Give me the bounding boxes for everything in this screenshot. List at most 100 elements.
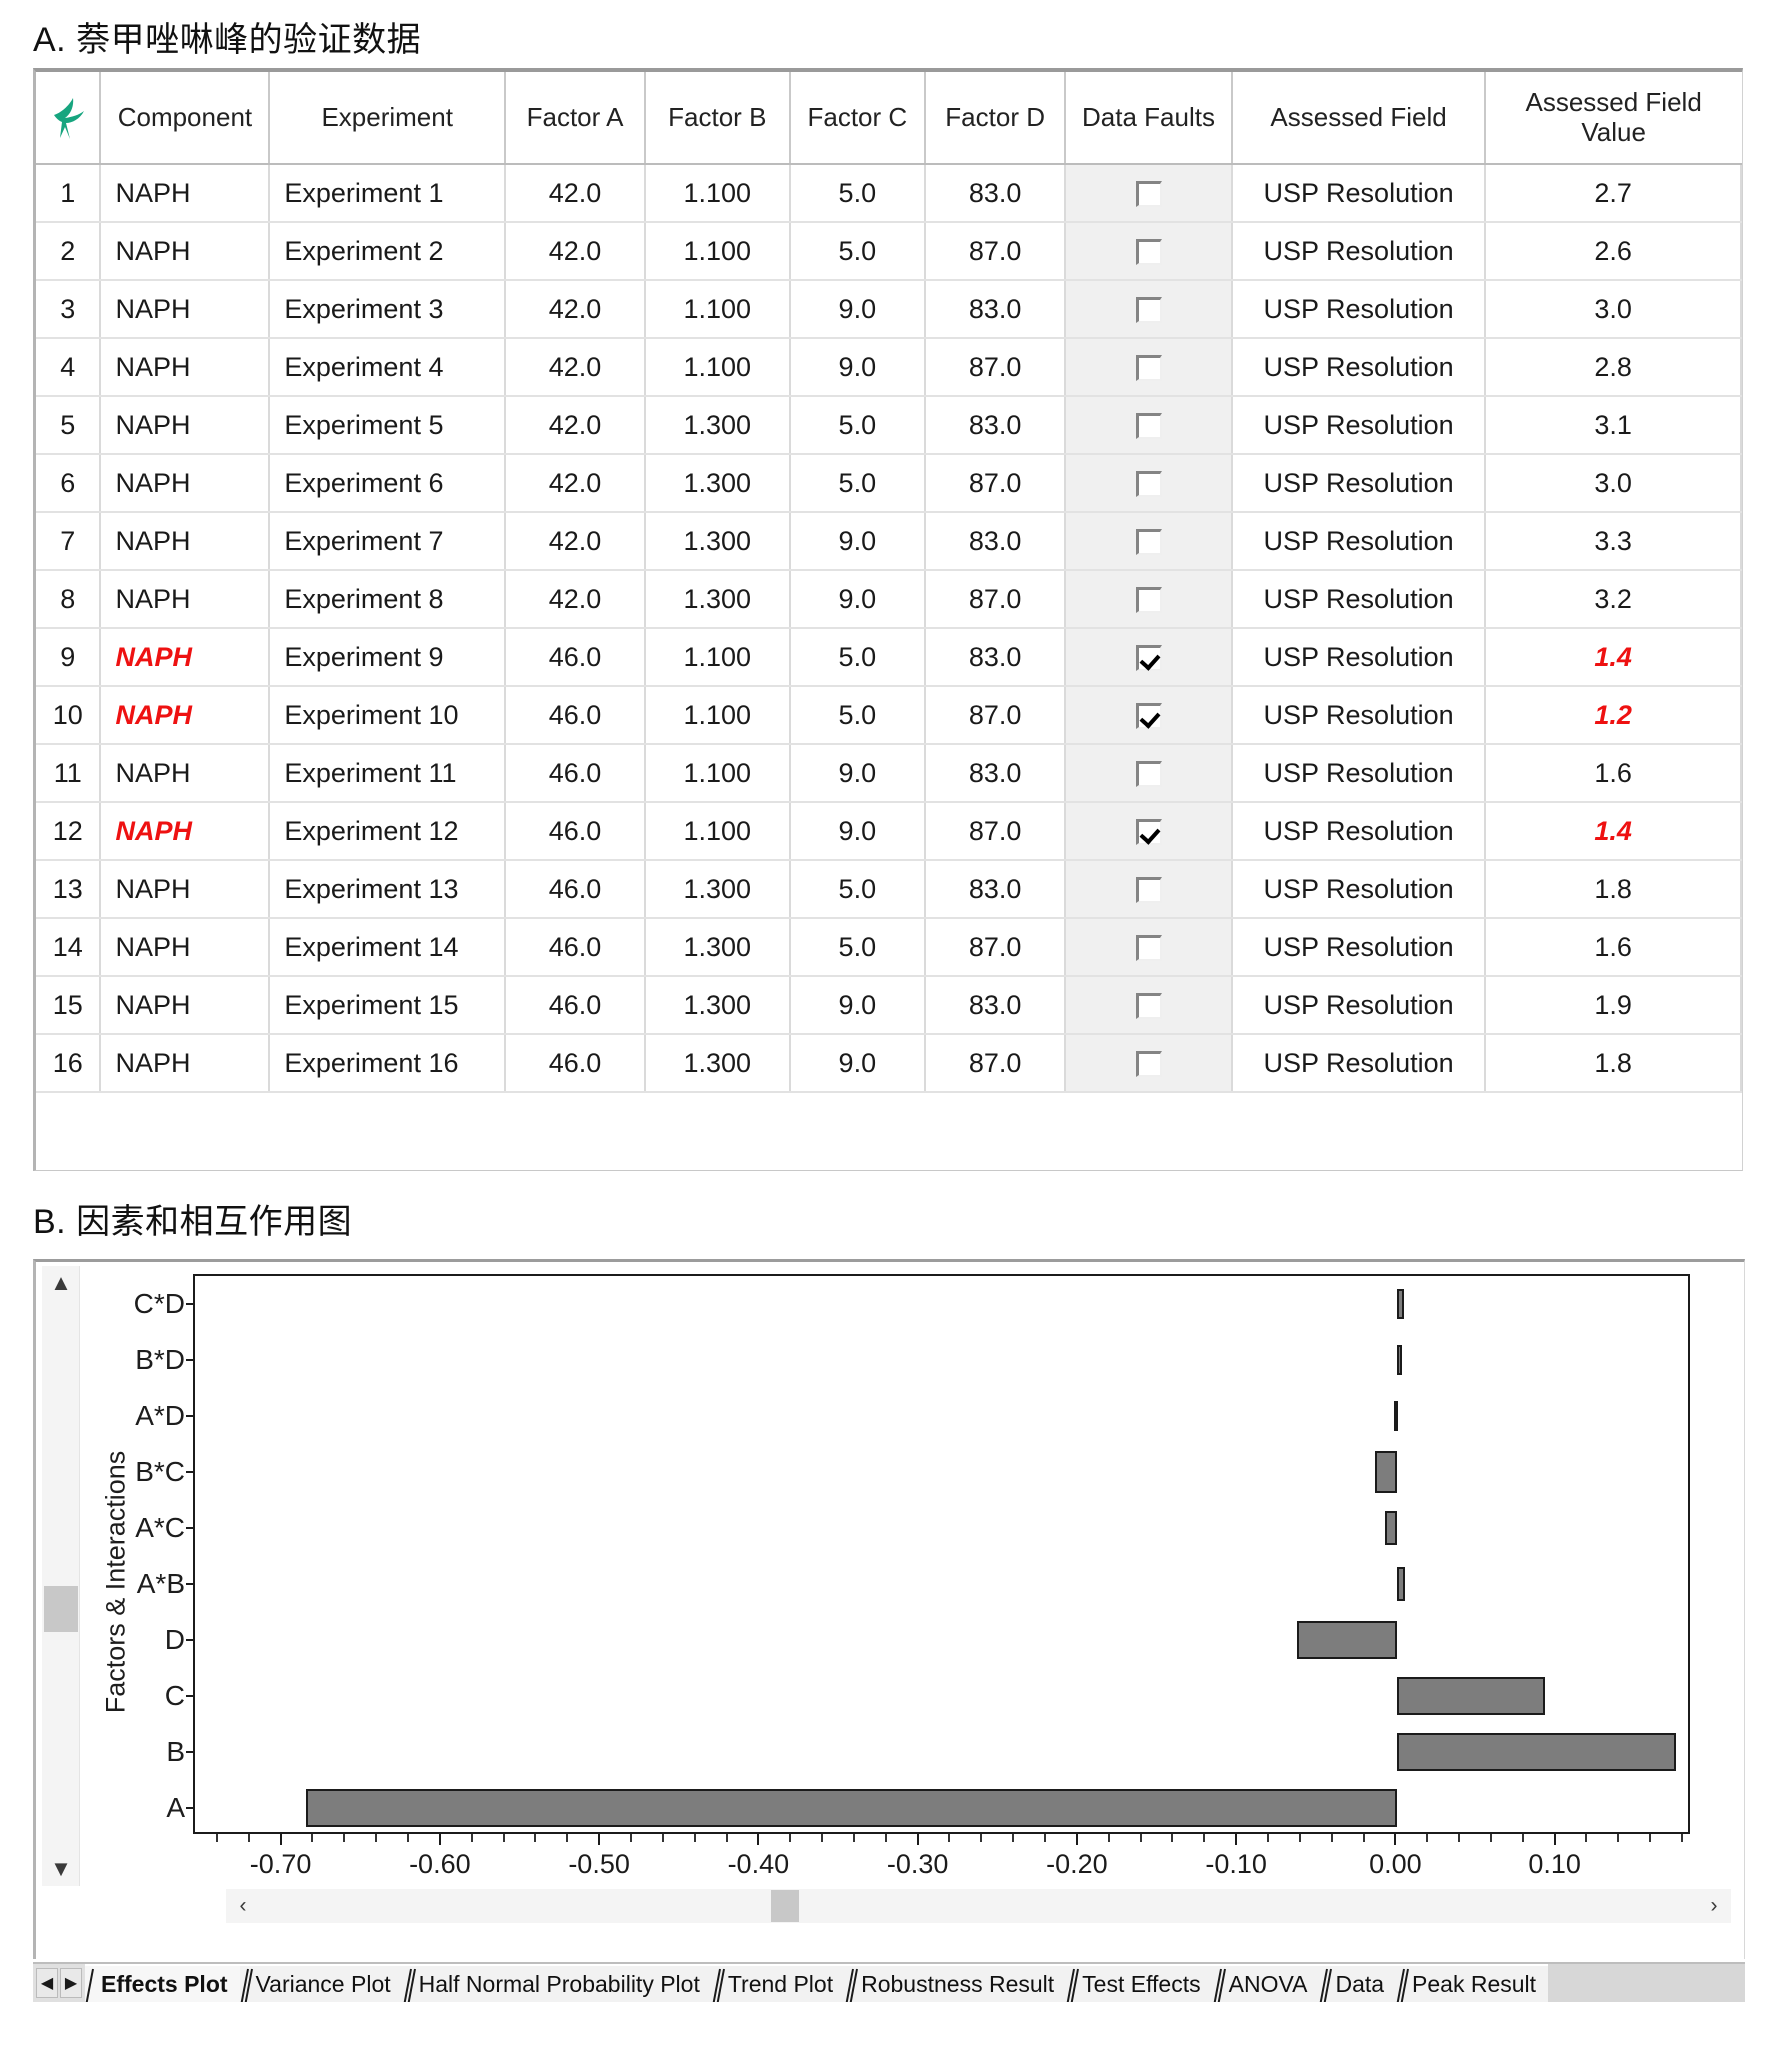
cell-data-faults[interactable] [1065, 744, 1233, 803]
table-row[interactable]: 12 NAPH Experiment 12 46.0 1.100 9.0 87.0 USP R… [36, 802, 1742, 861]
table-row[interactable]: 15 NAPH Experiment 15 46.0 1.300 9.0 83.0 USP R… [36, 976, 1742, 1035]
data-fault-checkbox[interactable] [1135, 761, 1162, 788]
validation-data-grid: Component Experiment Factor A Factor B F… [33, 68, 1743, 1171]
row-number: 10 [36, 686, 102, 745]
cell-data-faults[interactable] [1065, 686, 1233, 745]
tab-variance-plot[interactable]: Variance Plot [239, 1964, 403, 2002]
chevron-right-icon[interactable]: › [1697, 1889, 1731, 1923]
tab-separator-icon [711, 1966, 725, 2002]
cell-data-faults[interactable] [1065, 396, 1233, 455]
data-fault-checkbox[interactable] [1135, 645, 1162, 672]
cell-component: NAPH [100, 1034, 271, 1093]
chevron-down-icon[interactable]: ▼ [42, 1852, 80, 1886]
cell-data-faults[interactable] [1065, 338, 1233, 397]
panel-a-title: A. 萘甲唑啉峰的验证数据 [33, 21, 422, 59]
header-data-faults[interactable]: Data Faults [1065, 72, 1233, 165]
data-fault-checkbox[interactable] [1135, 471, 1162, 498]
tab-trend-plot[interactable]: Trend Plot [711, 1964, 846, 2002]
cell-data-faults[interactable] [1065, 976, 1233, 1035]
table-row[interactable]: 7 NAPH Experiment 7 42.0 1.300 9.0 83.0 USP Res… [36, 512, 1742, 571]
table-row[interactable]: 14 NAPH Experiment 14 46.0 1.300 5.0 87.0 USP R… [36, 918, 1742, 977]
horizontal-scrollbar-thumb[interactable] [771, 1890, 799, 1922]
table-row[interactable]: 5 NAPH Experiment 5 42.0 1.300 5.0 83.0 USP Res… [36, 396, 1742, 455]
tab-robustness-result[interactable]: Robustness Result [845, 1964, 1067, 2002]
data-fault-checkbox[interactable] [1135, 355, 1162, 382]
cell-data-faults[interactable] [1065, 512, 1233, 571]
data-fault-checkbox[interactable] [1135, 239, 1162, 266]
cell-data-faults[interactable] [1065, 860, 1233, 919]
x-tick-label: -0.20 [1046, 1849, 1108, 1879]
cell-data-faults[interactable] [1065, 222, 1233, 281]
tab-next-button[interactable]: ▶ [60, 1968, 82, 1998]
cell-component: NAPH [100, 512, 271, 571]
cell-factor-a: 46.0 [505, 686, 647, 745]
data-fault-checkbox[interactable] [1135, 877, 1162, 904]
cell-data-faults[interactable] [1065, 1034, 1233, 1093]
data-fault-checkbox[interactable] [1135, 181, 1162, 208]
tab-data[interactable]: Data [1319, 1964, 1397, 2002]
header-assessed-field-value[interactable]: Assessed Field Value [1485, 72, 1741, 165]
data-fault-checkbox[interactable] [1135, 587, 1162, 614]
table-row[interactable]: 4 NAPH Experiment 4 42.0 1.100 9.0 87.0 USP Res… [36, 338, 1742, 397]
tab-prev-button[interactable]: ◀ [36, 1968, 58, 1998]
cell-data-faults[interactable] [1065, 454, 1233, 513]
table-row[interactable]: 10 NAPH Experiment 10 46.0 1.100 5.0 87.0 USP R… [36, 686, 1742, 745]
table-row[interactable]: 6 NAPH Experiment 6 42.0 1.300 5.0 87.0 USP Res… [36, 454, 1742, 513]
cell-component: NAPH [100, 396, 271, 455]
table-row[interactable]: 3 NAPH Experiment 3 42.0 1.100 9.0 83.0 USP Res… [36, 280, 1742, 339]
header-factor-a[interactable]: Factor A [505, 72, 647, 165]
cell-factor-b: 1.100 [645, 338, 791, 397]
cell-data-faults[interactable] [1065, 280, 1233, 339]
header-component[interactable]: Component [100, 72, 271, 165]
cell-data-faults[interactable] [1065, 628, 1233, 687]
table-row[interactable]: 9 NAPH Experiment 9 46.0 1.100 5.0 83.0 USP Res… [36, 628, 1742, 687]
data-fault-checkbox[interactable] [1135, 819, 1162, 846]
tab-half-normal-probability-plot[interactable]: Half Normal Probability Plot [402, 1964, 712, 2002]
data-fault-checkbox[interactable] [1135, 703, 1162, 730]
tab-label: Variance Plot [255, 1970, 391, 1997]
tab-label: Peak Result [1412, 1970, 1537, 1997]
cell-assessed-field: USP Resolution [1231, 744, 1487, 803]
table-row[interactable]: 2 NAPH Experiment 2 42.0 1.100 5.0 87.0 USP Res… [36, 222, 1742, 281]
header-assessed-field[interactable]: Assessed Field [1231, 72, 1487, 165]
header-factor-c[interactable]: Factor C [789, 72, 927, 165]
cell-data-faults[interactable] [1065, 164, 1233, 223]
cell-assessed-field: USP Resolution [1231, 860, 1487, 919]
y-tick-label: A*B [136, 1568, 185, 1599]
tab-effects-plot[interactable]: Effects Plot [85, 1964, 240, 2002]
header-peak-icon-cell[interactable] [36, 72, 102, 165]
cell-factor-a: 42.0 [505, 454, 647, 513]
vertical-scrollbar-thumb[interactable] [44, 1586, 78, 1632]
header-experiment[interactable]: Experiment [269, 72, 507, 165]
horizontal-scrollbar[interactable]: ‹ › [226, 1889, 1731, 1923]
cell-data-faults[interactable] [1065, 918, 1233, 977]
table-row[interactable]: 13 NAPH Experiment 13 46.0 1.300 5.0 83.0 USP R… [36, 860, 1742, 919]
y-tick-mark [186, 1751, 195, 1753]
table-row[interactable]: 8 NAPH Experiment 8 42.0 1.300 9.0 87.0 USP Res… [36, 570, 1742, 629]
data-fault-checkbox[interactable] [1135, 413, 1162, 440]
data-fault-checkbox[interactable] [1135, 993, 1162, 1020]
vertical-scrollbar[interactable]: ▲ ▼ [42, 1266, 80, 1886]
cell-factor-a: 42.0 [505, 338, 647, 397]
cell-component: NAPH [100, 338, 271, 397]
header-factor-d[interactable]: Factor D [925, 72, 1067, 165]
table-row[interactable]: 11 NAPH Experiment 11 46.0 1.100 9.0 83.0 USP R… [36, 744, 1742, 803]
chevron-left-icon[interactable]: ‹ [226, 1889, 260, 1923]
data-fault-checkbox[interactable] [1135, 935, 1162, 962]
header-factor-b[interactable]: Factor B [645, 72, 791, 165]
tab-peak-result[interactable]: Peak Result [1396, 1964, 1549, 2002]
tab-test-effects[interactable]: Test Effects [1066, 1964, 1213, 2002]
cell-experiment: Experiment 14 [269, 918, 507, 977]
data-fault-checkbox[interactable] [1135, 1051, 1162, 1078]
table-row[interactable]: 1 NAPH Experiment 1 42.0 1.100 5.0 83.0 USP Res… [36, 164, 1742, 223]
tab-anova[interactable]: ANOVA [1212, 1964, 1320, 2002]
cell-data-faults[interactable] [1065, 802, 1233, 861]
cell-factor-a: 42.0 [505, 222, 647, 281]
table-row[interactable]: 16 NAPH Experiment 16 46.0 1.300 9.0 87.0 USP R… [36, 1034, 1742, 1093]
cell-assessed-field: USP Resolution [1231, 802, 1487, 861]
cell-data-faults[interactable] [1065, 570, 1233, 629]
cell-assessed-field-value: 3.0 [1485, 454, 1742, 513]
chevron-up-icon[interactable]: ▲ [42, 1266, 80, 1300]
data-fault-checkbox[interactable] [1135, 529, 1162, 556]
data-fault-checkbox[interactable] [1135, 297, 1162, 324]
